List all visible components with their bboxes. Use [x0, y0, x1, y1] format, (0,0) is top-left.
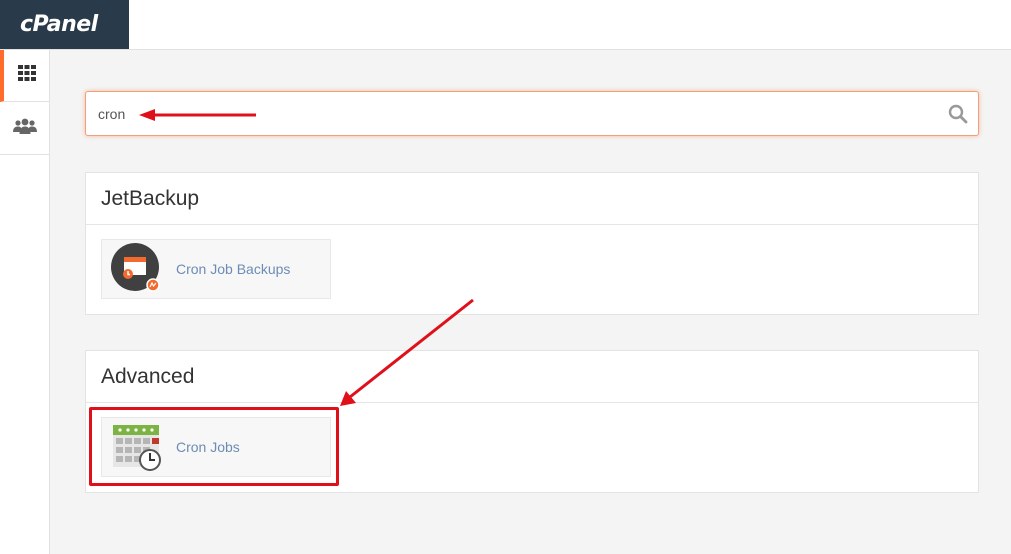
section-title: JetBackup [86, 173, 978, 225]
cpanel-logo[interactable]: cPanel [0, 0, 129, 49]
search-icon[interactable] [948, 104, 968, 129]
top-bar: cPanel [0, 0, 1011, 50]
item-label: Cron Job Backups [176, 261, 291, 277]
search-field[interactable] [85, 91, 979, 136]
search-input[interactable] [98, 104, 918, 124]
cron-backup-icon [111, 243, 163, 295]
sidebar [0, 50, 50, 554]
grid-icon [17, 65, 36, 86]
users-icon [12, 118, 37, 139]
cron-job-backups-link[interactable]: Cron Job Backups [101, 239, 331, 299]
section-title: Advanced [86, 351, 978, 403]
section-jetbackup: JetBackup Cron Job Backups [85, 172, 979, 315]
sidebar-item-users[interactable] [0, 103, 49, 155]
highlight-box-annotation [89, 407, 339, 486]
sidebar-item-tools[interactable] [0, 50, 49, 102]
